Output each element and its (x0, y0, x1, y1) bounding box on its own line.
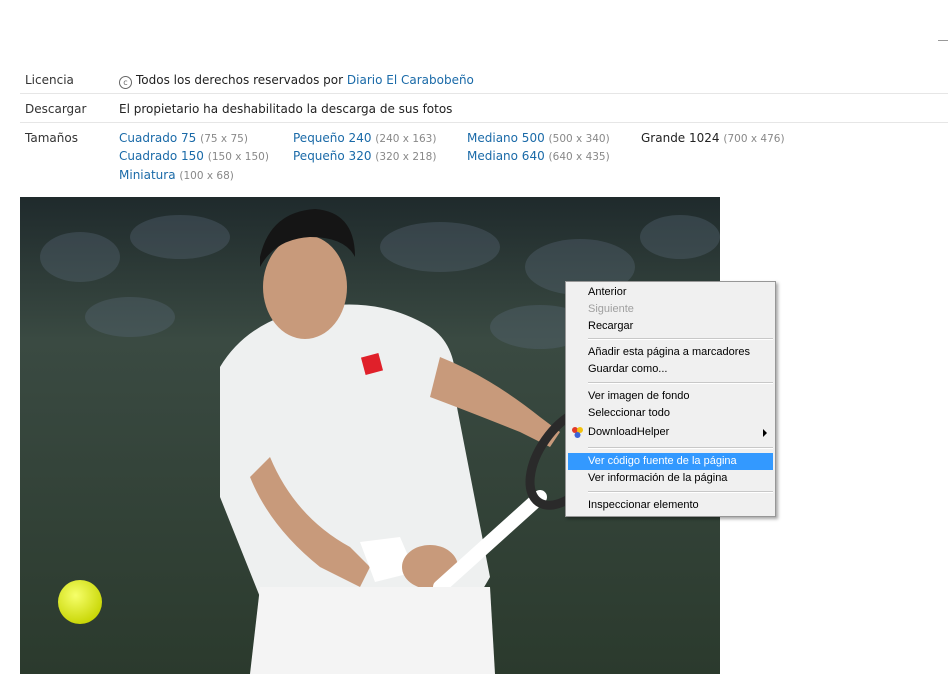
menu-item-page-info[interactable]: Ver información de la página (568, 470, 773, 487)
menu-item-view-background[interactable]: Ver imagen de fondo (568, 388, 773, 405)
size-dimensions: (640 x 435) (548, 151, 610, 163)
menu-item-label: Recargar (588, 320, 634, 332)
menu-separator (588, 338, 773, 340)
size-dimensions: (150 x 150) (207, 151, 269, 163)
size-name[interactable]: Mediano 640 (467, 149, 545, 163)
row-divider (20, 122, 948, 123)
menu-item-label: Siguiente (588, 303, 634, 315)
size-dimensions: (240 x 163) (375, 133, 437, 145)
menu-item-label: Ver información de la página (588, 472, 728, 484)
menu-item-label: Añadir esta página a marcadores (588, 346, 751, 358)
size-option[interactable]: Pequeño 320 (320 x 218) (293, 149, 436, 163)
window-dash (938, 40, 948, 41)
size-name[interactable]: Cuadrado 150 (119, 149, 204, 163)
menu-item-label: Seleccionar todo (588, 407, 670, 419)
menu-item-label: Inspeccionar elemento (588, 499, 699, 511)
menu-item-inspect-element[interactable]: Inspeccionar elemento (568, 497, 773, 514)
menu-item-label: Guardar como... (588, 363, 668, 375)
sizes-label: Tamaños (25, 131, 78, 145)
size-dimensions: (700 x 476) (723, 133, 785, 145)
menu-item-downloadhelper[interactable]: DownloadHelper (568, 424, 773, 441)
menu-item-label: Ver imagen de fondo (588, 390, 690, 402)
size-dimensions: (320 x 218) (375, 151, 437, 163)
download-text: El propietario ha deshabilitado la desca… (119, 102, 453, 116)
license-text: Todos los derechos reservados por (136, 73, 344, 87)
size-option[interactable]: Cuadrado 150 (150 x 150) (119, 149, 269, 163)
license-label: Licencia (25, 73, 74, 87)
size-dimensions: (500 x 340) (548, 133, 610, 145)
row-divider (20, 93, 948, 94)
size-name[interactable]: Cuadrado 75 (119, 131, 196, 145)
menu-separator (588, 447, 773, 449)
size-name[interactable]: Miniatura (119, 168, 176, 182)
size-name: Grande 1024 (641, 131, 720, 145)
size-dimensions: (100 x 68) (179, 170, 234, 182)
menu-separator (588, 382, 773, 384)
size-dimensions: (75 x 75) (200, 133, 248, 145)
size-option-current: Grande 1024 (700 x 476) (641, 131, 785, 145)
size-option[interactable]: Cuadrado 75 (75 x 75) (119, 131, 248, 145)
copyright-icon: c (119, 76, 132, 89)
license-owner-link[interactable]: Diario El Carabobeño (347, 73, 474, 87)
menu-item-bookmark-page[interactable]: Añadir esta página a marcadores (568, 344, 773, 361)
menu-item-view-source[interactable]: Ver código fuente de la página (568, 453, 773, 470)
menu-item-back[interactable]: Anterior (568, 284, 773, 301)
menu-item-forward: Siguiente (568, 301, 773, 318)
size-name[interactable]: Pequeño 320 (293, 149, 371, 163)
size-name[interactable]: Pequeño 240 (293, 131, 371, 145)
menu-separator (588, 491, 773, 493)
license-value: c Todos los derechos reservados por Diari… (119, 73, 474, 89)
context-menu: Anterior Siguiente Recargar Añadir esta … (565, 281, 776, 517)
size-option[interactable]: Miniatura (100 x 68) (119, 168, 234, 182)
downloadhelper-icon (572, 427, 583, 438)
submenu-arrow-icon (763, 429, 767, 437)
size-name[interactable]: Mediano 500 (467, 131, 545, 145)
menu-item-label: Anterior (588, 286, 627, 298)
size-option[interactable]: Mediano 640 (640 x 435) (467, 149, 610, 163)
menu-item-save-as[interactable]: Guardar como... (568, 361, 773, 378)
menu-item-label: Ver código fuente de la página (588, 455, 737, 467)
menu-item-select-all[interactable]: Seleccionar todo (568, 405, 773, 422)
size-option[interactable]: Pequeño 240 (240 x 163) (293, 131, 436, 145)
menu-item-label: DownloadHelper (588, 426, 670, 438)
download-label: Descargar (25, 102, 87, 116)
menu-item-reload[interactable]: Recargar (568, 318, 773, 335)
size-option[interactable]: Mediano 500 (500 x 340) (467, 131, 610, 145)
